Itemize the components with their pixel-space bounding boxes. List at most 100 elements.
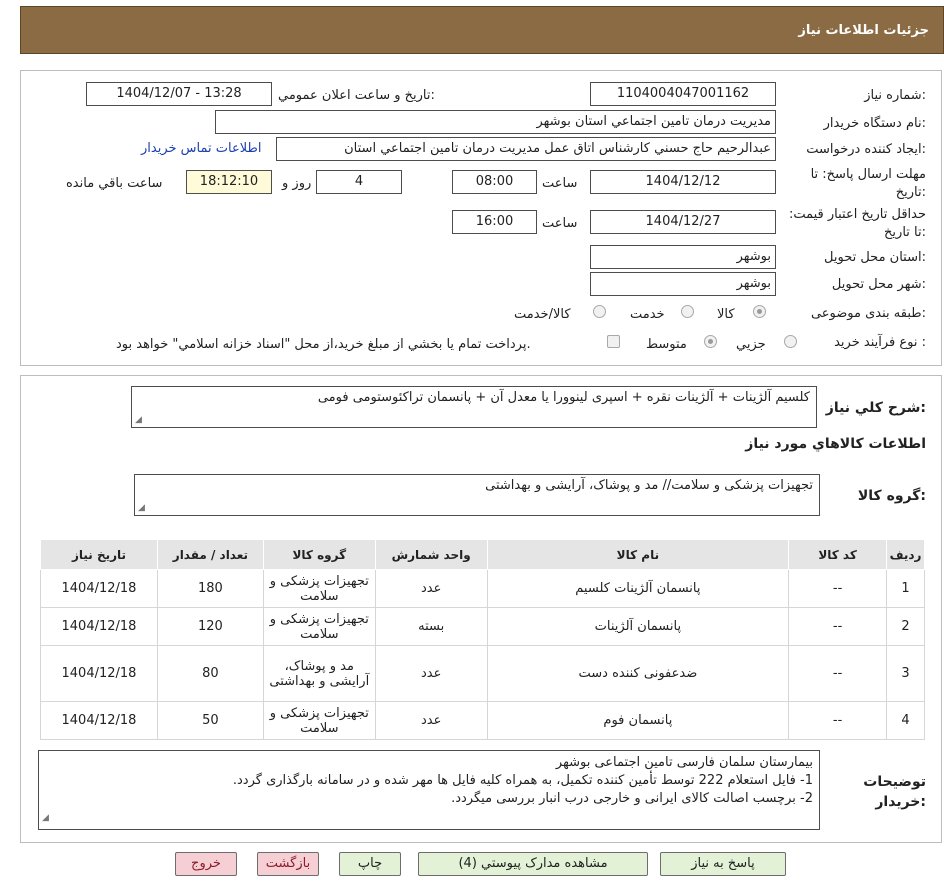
category-service-radio[interactable] [681,305,694,318]
items-table: رديف كد كالا نام كالا واحد شمارش گروه كا… [40,539,925,740]
buyer-notes-line-3: 2- برچسب اصالت كالای ايرانی و خارجی درب … [451,791,813,806]
view-attachments-button[interactable]: مشاهده مدارک پيوستي (4) [418,852,648,876]
row-code: -- [788,569,888,608]
table-row[interactable]: 1 -- پانسمان آلژينات كلسيم عدد تجهيزات پ… [40,569,925,608]
days-label: روز و [282,176,312,191]
row-index: 3 [886,645,925,702]
creator-label: ايجاد كننده درخواست: [806,142,926,157]
goods-group-text: تجهيزات پزشكی و سلامت// مد و پوشاک، آراي… [485,478,813,493]
deadline-time-label: ساعت [542,176,578,191]
need-number-field: 1104004047001162 [590,82,776,106]
buyer-notes-textarea[interactable]: بيمارستان سلمان فارسی تامين اجتماعی بوشه… [38,750,820,830]
resize-grip-icon[interactable]: ◢ [138,503,145,513]
goods-section-title: اطلاعات كالاهاي مورد نياز [745,436,926,452]
row-code: -- [788,645,888,702]
row-group: مد و پوشاک، آرايشی و بهداشتی [262,645,376,702]
row-name: پانسمان آلژينات [486,607,790,646]
resize-grip-icon[interactable]: ◢ [42,809,49,827]
process-label: نوع فرآيند خريد : [834,335,926,350]
buyer-notes-line-1: بيمارستان سلمان فارسی تامين اجتماعی بوشه… [555,755,813,770]
description-textarea[interactable]: كلسيم آلژينات + آلژينات نقره + اسپری لين… [131,386,817,428]
row-unit: عدد [374,645,488,702]
row-unit: عدد [374,569,488,608]
process-minor-label: جزيي [736,337,766,352]
category-both-radio[interactable] [593,305,606,318]
col-date: تاريخ نياز [40,539,158,570]
row-qty: 180 [156,569,264,608]
row-group: تجهيزات پزشكی و سلامت [262,569,376,608]
row-group: تجهيزات پزشكی و سلامت [262,607,376,646]
validity-label: حداقل تاريخ اعتبار قيمت: تا تاريخ: [788,207,926,240]
row-date: 1404/12/18 [40,607,158,646]
deadline-label: مهلت ارسال پاسخ: تا تاريخ: [810,167,926,200]
description-text: كلسيم آلژينات + آلژينات نقره + اسپری لين… [317,390,810,405]
row-index: 4 [886,701,925,740]
col-qty: تعداد / مقدار [156,539,264,570]
col-code: كد كالا [788,539,888,570]
reply-button[interactable]: پاسخ به نياز [660,852,786,876]
table-row[interactable]: 2 -- پانسمان آلژينات بسته تجهيزات پزشكی … [40,607,925,646]
col-name: نام كالا [486,539,790,570]
row-date: 1404/12/18 [40,701,158,740]
treasury-checkbox[interactable] [607,335,620,348]
page-title: جزئیات اطلاعات نیاز [798,23,929,38]
category-service-label: خدمت [630,307,665,322]
payment-note: پرداخت تمام يا بخشي از مبلغ خريد،از محل … [116,337,531,352]
page-header: جزئیات اطلاعات نیاز [20,6,944,54]
description-label: شرح كلي نياز: [825,400,926,416]
category-goods-label: كالا [717,307,735,322]
row-name: پانسمان فوم [486,701,790,740]
validity-time-field: 16:00 [452,210,537,234]
creator-field: عبدالرحيم حاج حسني كارشناس اتاق عمل مدير… [276,137,776,161]
city-label: شهر محل تحويل: [831,277,926,292]
row-unit: بسته [374,607,488,646]
province-field: بوشهر [590,245,776,269]
resize-grip-icon[interactable]: ◢ [135,415,142,425]
remaining-label: ساعت باقي مانده [66,176,163,191]
buyer-notes-line-2: 1- فايل استعلام 222 توسط تأمين كننده تكم… [232,773,813,788]
need-number-label: شماره نیاز: [864,88,926,103]
row-index: 1 [886,569,925,608]
buyer-notes-label: توضيحات خريدار: [863,774,926,810]
remaining-time-field: 18:12:10 [186,170,272,194]
col-group: گروه كالا [262,539,376,570]
col-unit: واحد شمارش [374,539,488,570]
announce-field: 1404/12/07 - 13:28 [86,82,272,106]
table-header-row: رديف كد كالا نام كالا واحد شمارش گروه كا… [40,539,925,570]
category-both-label: كالا/خدمت [514,307,571,322]
row-date: 1404/12/18 [40,645,158,702]
row-name: ضدعفونی كننده دست [486,645,790,702]
row-qty: 50 [156,701,264,740]
row-date: 1404/12/18 [40,569,158,608]
category-goods-radio[interactable] [753,305,766,318]
table-row[interactable]: 3 -- ضدعفونی كننده دست عدد مد و پوشاک، آ… [40,645,925,702]
goods-group-textarea[interactable]: تجهيزات پزشكی و سلامت// مد و پوشاک، آراي… [134,474,820,516]
category-label: طبقه بندی موضوعی: [810,306,926,321]
validity-date-field: 1404/12/27 [590,210,776,234]
row-code: -- [788,607,888,646]
buyer-org-label: نام دستگاه خريدار: [823,116,926,131]
process-medium-radio[interactable] [704,335,717,348]
row-group: تجهيزات پزشكی و سلامت [262,701,376,740]
back-button[interactable]: بازگشت [257,852,319,876]
row-qty: 80 [156,645,264,702]
province-label: استان محل تحويل: [824,250,926,265]
city-field: بوشهر [590,272,776,296]
col-index: رديف [886,539,925,570]
table-row[interactable]: 4 -- پانسمان فوم عدد تجهيزات پزشكی و سلا… [40,701,925,740]
announce-label: تاریخ و ساعت اعلان عمومي: [278,88,435,103]
print-button[interactable]: چاپ [339,852,401,876]
validity-time-label: ساعت [542,216,578,231]
process-medium-label: متوسط [646,337,687,352]
buyer-org-field: مديريت درمان تامين اجتماعي استان بوشهر [215,110,776,134]
row-qty: 120 [156,607,264,646]
row-unit: عدد [374,701,488,740]
goods-group-label: گروه كالا: [857,488,926,504]
exit-button[interactable]: خروج [175,852,237,876]
process-minor-radio[interactable] [784,335,797,348]
contact-info-link[interactable]: اطلاعات تماس خريدار [141,141,261,156]
deadline-date-field: 1404/12/12 [590,170,776,194]
days-field: 4 [316,170,402,194]
row-code: -- [788,701,888,740]
row-name: پانسمان آلژينات كلسيم [486,569,790,608]
